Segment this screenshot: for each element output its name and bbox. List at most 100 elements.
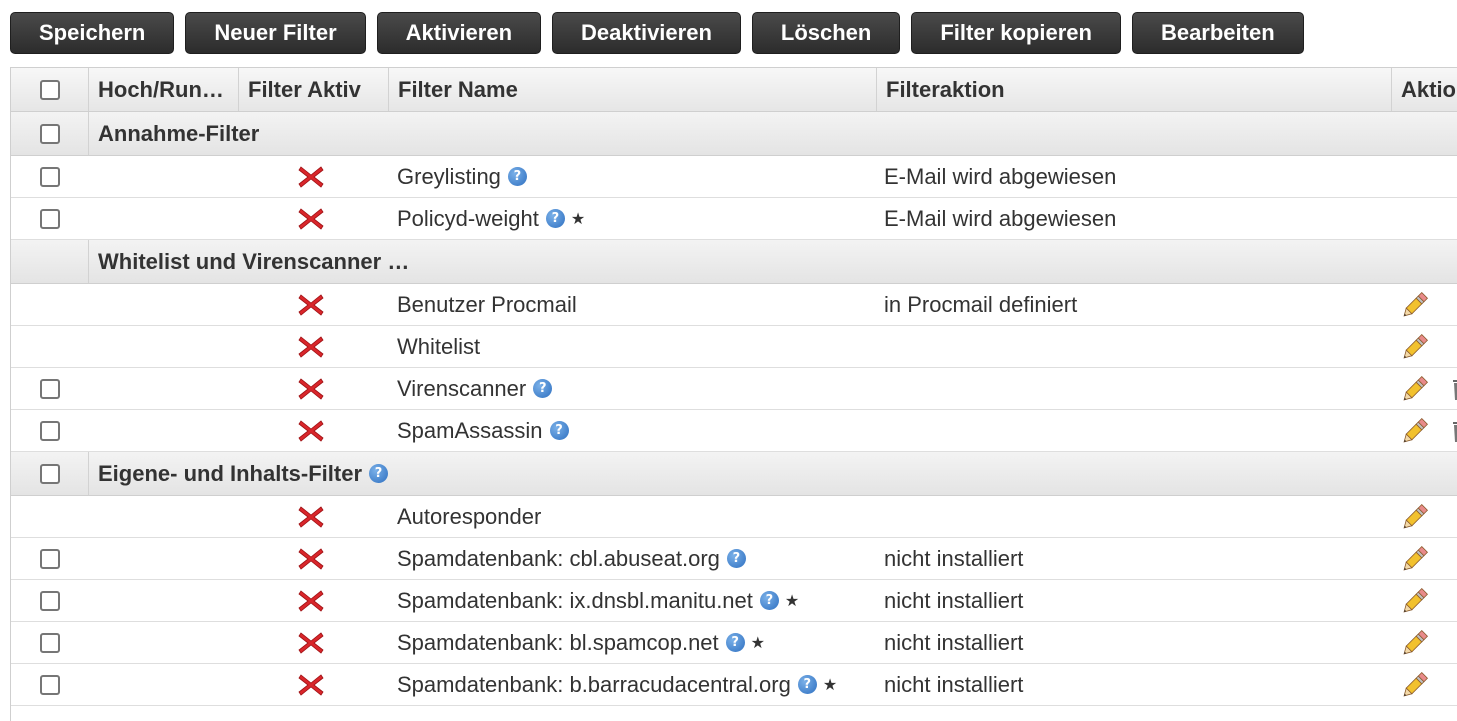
- inactive-x-icon[interactable]: [298, 165, 324, 189]
- table-row[interactable]: Policyd-weight? ★ E-Mail wird abgewiesen: [11, 198, 1457, 240]
- table-row[interactable]: Spamdatenbank: ix.dnsbl.manitu.net? ★ nich…: [11, 580, 1457, 622]
- row-checkbox-cell: [11, 368, 88, 409]
- filter-action: nicht installiert: [884, 671, 1024, 697]
- header-filter-aktiv[interactable]: Filter Aktiv: [238, 68, 388, 111]
- help-icon[interactable]: ?: [549, 421, 569, 440]
- filter-action: E-Mail wird abgewiesen: [884, 205, 1117, 231]
- trash-icon[interactable]: [1452, 377, 1457, 401]
- neuer-filter-button[interactable]: Neuer Filter: [185, 12, 366, 54]
- group-checkbox-cell: [11, 112, 88, 155]
- help-icon[interactable]: ?: [545, 209, 565, 228]
- header-aktionen[interactable]: Aktio: [1391, 68, 1457, 111]
- pencil-icon[interactable]: [1399, 545, 1429, 575]
- filter-name: Spamdatenbank: b.barracudacentral.org? ★: [397, 664, 837, 705]
- bearbeiten-button[interactable]: Bearbeiten: [1131, 12, 1304, 54]
- inactive-x-icon[interactable]: [298, 589, 324, 613]
- pencil-icon[interactable]: [1399, 671, 1429, 701]
- pencil-icon[interactable]: [1399, 333, 1429, 363]
- row-checkbox[interactable]: [39, 632, 60, 653]
- speichern-button[interactable]: Speichern: [10, 12, 175, 54]
- filter-name: Virenscanner?: [397, 368, 553, 409]
- group-title-text: Whitelist und Virenscanner …: [98, 248, 410, 274]
- header-filteraktion[interactable]: Filteraktion: [876, 68, 1391, 111]
- help-icon[interactable]: ?: [725, 633, 745, 652]
- filter-action: nicht installiert: [884, 545, 1024, 571]
- filter-name-text: Spamdatenbank: cbl.abuseat.org: [397, 545, 720, 571]
- filter-name-text: Whitelist: [397, 333, 481, 359]
- filter-action: in Procmail definiert: [884, 291, 1078, 317]
- filter-name: Spamdatenbank: cbl.abuseat.org?: [397, 538, 746, 579]
- pencil-icon[interactable]: [1399, 629, 1429, 659]
- trash-icon[interactable]: [1452, 419, 1457, 443]
- filter-name-text: Virenscanner: [397, 375, 527, 401]
- row-checkbox[interactable]: [39, 208, 60, 229]
- filter-kopieren-button[interactable]: Filter kopieren: [911, 12, 1121, 54]
- group-checkbox[interactable]: [39, 123, 60, 144]
- help-icon[interactable]: ?: [533, 379, 553, 398]
- row-checkbox[interactable]: [39, 674, 60, 695]
- inactive-x-icon[interactable]: [298, 673, 324, 697]
- help-icon[interactable]: ?: [797, 675, 817, 694]
- help-icon[interactable]: ?: [369, 464, 389, 483]
- row-checkbox[interactable]: [39, 420, 60, 441]
- row-checkbox-cell: [11, 410, 88, 451]
- table-row[interactable]: Whitelist: [11, 326, 1457, 368]
- inactive-x-icon[interactable]: [298, 419, 324, 443]
- filter-action: E-Mail wird abgewiesen: [884, 163, 1117, 189]
- table-row[interactable]: Greylisting? E-Mail wird abgewiesen: [11, 156, 1457, 198]
- inactive-x-icon[interactable]: [298, 505, 324, 529]
- group-checkbox[interactable]: [39, 463, 60, 484]
- filter-name-text: Spamdatenbank: b.barracudacentral.org: [397, 671, 791, 697]
- filter-name: Spamdatenbank: ix.dnsbl.manitu.net? ★: [397, 580, 799, 621]
- star-icon: ★: [822, 675, 838, 694]
- group-title: Eigene- und Inhalts-Filter?: [88, 452, 389, 495]
- inactive-x-icon[interactable]: [298, 631, 324, 655]
- table-row[interactable]: Autoresponder: [11, 496, 1457, 538]
- group-checkbox-cell: [11, 452, 88, 495]
- toolbar: Speichern Neuer Filter Aktivieren Deaktivie…: [10, 12, 1315, 54]
- filter-name-text: Greylisting: [397, 163, 501, 189]
- pencil-icon[interactable]: [1399, 503, 1429, 533]
- inactive-x-icon[interactable]: [298, 377, 324, 401]
- row-checkbox[interactable]: [39, 590, 60, 611]
- row-checkbox-cell: [11, 580, 88, 621]
- help-icon[interactable]: ?: [759, 591, 779, 610]
- filter-name: Spamdatenbank: bl.spamcop.net? ★: [397, 622, 765, 663]
- group-title-text: Annahme-Filter: [98, 120, 260, 146]
- header-filter-name[interactable]: Filter Name: [388, 68, 876, 111]
- star-icon: ★: [750, 633, 765, 652]
- help-icon[interactable]: ?: [726, 549, 746, 568]
- filter-action: nicht installiert: [884, 587, 1024, 613]
- star-icon: ★: [570, 209, 586, 228]
- row-checkbox[interactable]: [39, 378, 60, 399]
- filter-name-text: Autoresponder: [397, 503, 542, 529]
- deaktivieren-button[interactable]: Deaktivieren: [552, 12, 741, 54]
- header-hoch[interactable]: Hoch/Run…: [88, 68, 238, 111]
- inactive-x-icon[interactable]: [298, 293, 324, 317]
- row-checkbox-cell: [11, 622, 88, 663]
- table-header: Hoch/Run… Filter Aktiv Filter Name Filte…: [11, 68, 1457, 112]
- filter-name-text: SpamAssassin: [397, 417, 543, 443]
- help-icon[interactable]: ?: [507, 167, 527, 186]
- inactive-x-icon[interactable]: [298, 207, 324, 231]
- row-checkbox-cell: [11, 198, 88, 239]
- pencil-icon[interactable]: [1399, 587, 1429, 617]
- table-row[interactable]: Spamdatenbank: b.barracudacentral.org? ★ n…: [11, 664, 1457, 706]
- aktivieren-button[interactable]: Aktivieren: [376, 12, 542, 54]
- row-checkbox[interactable]: [39, 166, 60, 187]
- table-row[interactable]: Spamdatenbank: cbl.abuseat.org? nicht ins…: [11, 538, 1457, 580]
- loeschen-button[interactable]: Löschen: [751, 12, 901, 54]
- pencil-icon[interactable]: [1399, 417, 1429, 447]
- table-row[interactable]: Spamdatenbank: bl.spamcop.net? ★ nicht ins…: [11, 622, 1457, 664]
- table-row[interactable]: Virenscanner?: [11, 368, 1457, 410]
- inactive-x-icon[interactable]: [298, 335, 324, 359]
- table-row[interactable]: SpamAssassin?: [11, 410, 1457, 452]
- filter-name: Benutzer Procmail: [397, 284, 577, 325]
- select-all-checkbox[interactable]: [39, 79, 60, 100]
- filter-name-text: Spamdatenbank: ix.dnsbl.manitu.net: [397, 587, 753, 613]
- inactive-x-icon[interactable]: [298, 547, 324, 571]
- pencil-icon[interactable]: [1399, 291, 1429, 321]
- table-row[interactable]: Benutzer Procmail in Procmail definiert: [11, 284, 1457, 326]
- row-checkbox[interactable]: [39, 548, 60, 569]
- pencil-icon[interactable]: [1399, 375, 1429, 405]
